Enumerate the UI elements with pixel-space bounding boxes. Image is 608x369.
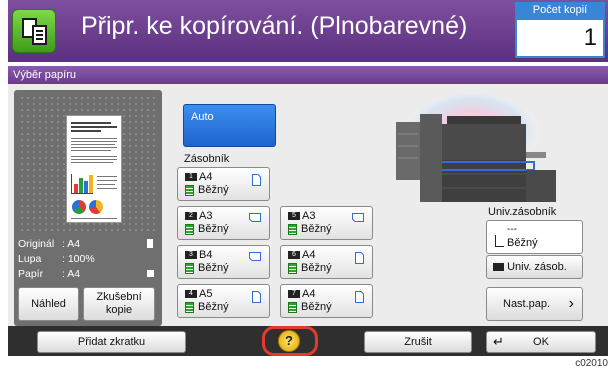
cassette-2-button[interactable]: 2 A3 Běžný — [177, 206, 270, 240]
cassette-size: A4 — [199, 171, 213, 183]
cassette-type: Běžný — [301, 262, 332, 274]
paper-stack-icon — [185, 185, 194, 196]
cassette-4-button[interactable]: 4 A5 Běžný — [177, 284, 270, 318]
portrait-paper-icon — [355, 291, 364, 303]
landscape-paper-icon — [249, 213, 261, 222]
landscape-paper-icon — [352, 213, 364, 222]
cassette-5-button[interactable]: 5 A3 Běžný — [280, 206, 373, 240]
cassette-number-badge: 1 — [185, 173, 197, 181]
cassette-type: Běžný — [198, 223, 229, 235]
printer-illustration — [396, 94, 556, 202]
paper-stack-icon — [185, 302, 194, 313]
portrait-paper-icon — [252, 291, 261, 303]
cassette-size: A3 — [199, 210, 213, 222]
mp-tray-button[interactable]: --- Běžný — [486, 220, 583, 254]
cassette-type: Běžný — [198, 184, 229, 196]
cassette-number-badge: 6 — [288, 251, 300, 259]
cassette-type: Běžný — [198, 262, 229, 274]
ok-label: OK — [533, 336, 549, 348]
portrait-paper-icon — [252, 174, 261, 186]
original-size-info: Originál: A4 — [18, 238, 81, 250]
mp-tray-type: Běžný — [507, 237, 538, 249]
copy-screen: Připr. ke kopírování. (Plnobarevné) Poče… — [0, 0, 608, 369]
cassette-7-button[interactable]: 7 A4 Běžný — [280, 284, 373, 318]
add-shortcut-button[interactable]: Přidat zkratku — [37, 331, 186, 353]
preview-grid — [19, 95, 157, 235]
paper-stack-icon — [288, 302, 297, 313]
paper-settings-button[interactable]: Nast.pap. › — [486, 287, 583, 321]
mp-tray-icon — [495, 235, 504, 247]
cassette-type: Běžný — [198, 301, 229, 313]
cassette-1-button[interactable]: 1 A4 Běžný — [177, 167, 270, 201]
cassette-size: A3 — [302, 210, 316, 222]
cassette-size: A4 — [302, 249, 316, 261]
paper-stack-icon — [185, 263, 194, 274]
landscape-paper-icon — [249, 252, 261, 261]
copy-icon — [12, 9, 56, 53]
panel-title: Výběr papíru — [8, 66, 608, 84]
paper-orientation-icon — [147, 270, 154, 277]
status-title: Připr. ke kopírování. (Plnobarevné) — [81, 12, 468, 40]
help-button[interactable]: ? — [278, 330, 300, 352]
paper-settings-label: Nast.pap. — [503, 298, 551, 310]
paper-info: Papír: A4 — [18, 268, 81, 280]
test-copy-button[interactable]: Zkušební kopie — [83, 287, 155, 321]
cassette-size: B4 — [199, 249, 213, 261]
portrait-paper-icon — [355, 252, 364, 264]
cassette-number-badge: 2 — [185, 212, 197, 220]
cassette-type: Běžný — [301, 301, 332, 313]
figure-code: c02010 — [575, 358, 608, 369]
chevron-right-icon: › — [568, 295, 574, 312]
cassette-3-button[interactable]: 3 B4 Běžný — [177, 245, 270, 279]
cassette-number-badge: 3 — [185, 251, 197, 259]
cassette-size: A5 — [199, 288, 213, 300]
mp-tray-label: Univ.zásobník — [488, 206, 557, 218]
mp-tray-size: --- — [507, 224, 517, 235]
paper-stack-icon — [288, 224, 297, 235]
cassette-number-badge: 4 — [185, 290, 197, 298]
cassette-label: Zásobník — [184, 153, 230, 165]
preview-area: Originál: A4 Lupa: 100% Papír: A4 Náhled… — [14, 90, 162, 326]
preview-page-thumbnail — [66, 115, 122, 223]
cassette-type: Běžný — [301, 223, 332, 235]
auto-paper-button[interactable]: Auto — [183, 104, 276, 147]
preview-button[interactable]: Náhled — [18, 287, 79, 321]
copies-count-field[interactable]: 1 — [515, 18, 605, 58]
zoom-info: Lupa: 100% — [18, 253, 95, 265]
mp-tray-settings-button[interactable]: Univ. zásob. — [486, 255, 583, 279]
cassette-size: A4 — [302, 288, 316, 300]
cassette-number-badge: 5 — [288, 212, 300, 220]
mp-tray-button-label: Univ. zásob. — [507, 261, 567, 273]
paper-stack-icon — [185, 224, 194, 235]
paper-stack-icon — [288, 263, 297, 274]
cassette-6-button[interactable]: 6 A4 Běžný — [280, 245, 373, 279]
enter-arrow-icon: ↵ — [493, 334, 504, 349]
original-orientation-icon — [147, 239, 153, 248]
ok-button[interactable]: ↵ OK — [486, 331, 596, 353]
cancel-button[interactable]: Zrušit — [364, 331, 472, 353]
copies-label: Počet kopií — [515, 2, 605, 18]
mp-tray-badge-icon — [493, 263, 504, 272]
cassette-number-badge: 7 — [288, 290, 300, 298]
